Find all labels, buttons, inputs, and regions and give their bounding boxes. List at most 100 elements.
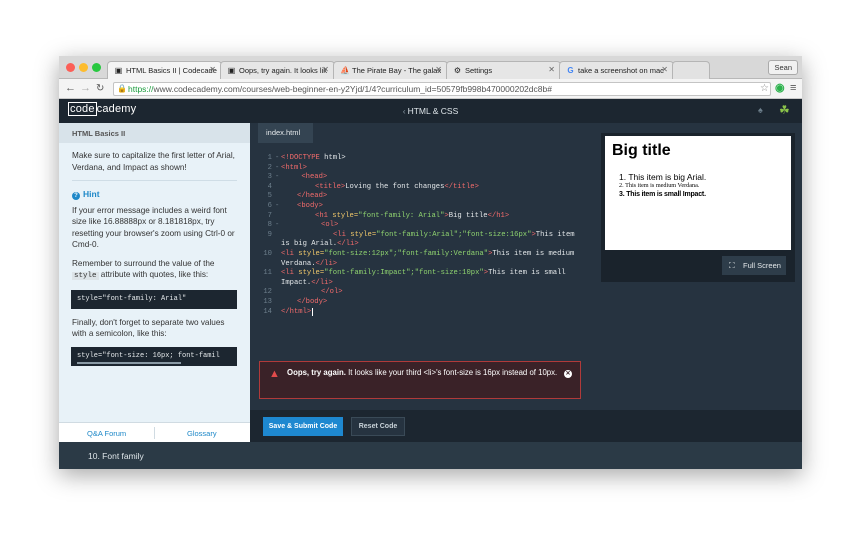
error-message: ▲ Oops, try again. It looks like your th… (259, 361, 581, 399)
save-submit-button[interactable]: Save & Submit Code (263, 417, 343, 436)
url-input[interactable]: 🔒 https://www.codecademy.com/courses/web… (113, 82, 771, 96)
avatar[interactable]: ☘ (779, 103, 790, 117)
browser-tab-pirate-bay[interactable]: ⛵ The Pirate Bay - The galax ✕ (333, 61, 448, 79)
close-tab-icon[interactable]: ✕ (209, 65, 216, 74)
browser-tab-settings[interactable]: ⚙ Settings ✕ (446, 61, 561, 79)
code-example-1: style="font-family: Arial" (71, 289, 237, 309)
line-number: 7 (267, 211, 272, 220)
list-text: This item is medium Verdana. (625, 182, 700, 189)
code-token: style= (293, 269, 325, 278)
error-title: Oops, try again. (287, 368, 346, 377)
code-token: Loving the font changes (345, 182, 445, 191)
code-line: 9 <li style="font-family:Arial";"font-si… (258, 231, 575, 241)
browser-tab-html-basics[interactable]: ▣ HTML Basics II | Codecade ✕ (107, 61, 222, 79)
profile-button[interactable]: Sean (768, 60, 798, 75)
extension-icon[interactable]: ◉ (775, 82, 785, 95)
hint-paragraph-3: Finally, don't forget to separate two va… (72, 317, 225, 339)
code-token: <title> (315, 182, 346, 191)
hint-text: attribute with quotes, like this: (98, 270, 209, 279)
code-line: 7 <h1 style="font-family: Arial">Big tit… (258, 212, 575, 222)
code-token: Big title (448, 211, 488, 220)
code-token: is big Arial. (281, 240, 338, 249)
code-token: Verdana. (281, 259, 316, 268)
line-number: 11 (263, 269, 272, 278)
code-token: html> (319, 154, 346, 162)
lesson-name: 10. Font family (88, 451, 144, 461)
code-token: style= (345, 230, 377, 239)
google-g-icon: G (567, 66, 574, 75)
horizontal-scrollbar[interactable] (77, 361, 181, 364)
code-token: <li (281, 269, 294, 278)
code-line: 1- <!DOCTYPE html> (258, 154, 575, 164)
list-text: This item is big Arial. (628, 172, 707, 182)
reload-icon[interactable]: ↻ (96, 82, 104, 95)
back-arrow-icon[interactable]: ← (65, 82, 76, 95)
minimize-window-button[interactable] (79, 63, 88, 72)
line-number: 1 (267, 154, 272, 162)
code-token: Impact. (281, 278, 312, 287)
code-line: 8- <ol> (258, 221, 575, 231)
file-tab-index-html[interactable]: index.html (258, 123, 313, 143)
close-tab-icon[interactable]: ✕ (435, 65, 442, 74)
list-number: 1. (619, 172, 627, 182)
preview-list-item: 3. This item is small Impact. (619, 190, 706, 200)
line-number: 8 (267, 221, 272, 230)
url-scheme: https:// (128, 84, 154, 94)
divider (72, 180, 237, 181)
menu-icon[interactable]: ≡ (790, 82, 796, 95)
editor-actions: Save & Submit Code Reset Code (250, 410, 802, 442)
code-editor[interactable]: 1- <!DOCTYPE html> 2- <html> 3- <head> 4 <… (258, 154, 575, 317)
list-number: 2. (619, 182, 624, 189)
close-tab-icon[interactable]: ✕ (661, 65, 668, 74)
course-title[interactable]: ‹ HTML & CSS (59, 106, 802, 116)
tab-label: Settings (465, 66, 493, 75)
preview-title: Big title (612, 142, 671, 159)
code-token: </html> (281, 307, 312, 316)
lock-icon: 🔒 (117, 84, 127, 93)
hint-heading[interactable]: ? Hint (72, 189, 237, 201)
forward-arrow-icon[interactable]: → (80, 82, 91, 95)
code-line: 6- <body> (258, 202, 575, 212)
instructions-body: Make sure to capitalize the first letter… (59, 143, 250, 366)
full-screen-button[interactable]: ⛶ Full Screen (722, 256, 786, 275)
lesson-footer[interactable]: 10. Font family (59, 442, 802, 469)
code-token: "font-size:12px";"font-family:Verdana" (324, 249, 489, 258)
close-window-button[interactable] (66, 63, 75, 72)
glossary-link[interactable]: Glossary (187, 429, 217, 438)
notification-bell-icon[interactable]: ♠ (758, 105, 763, 115)
code-example-2[interactable]: style="font-size: 16px; font-famil (71, 346, 237, 366)
divider (154, 427, 155, 439)
list-text: This item is small Impact. (626, 191, 706, 198)
line-number: 13 (263, 297, 272, 306)
close-icon[interactable]: ✕ (564, 370, 572, 378)
gear-icon: ⚙ (453, 66, 462, 75)
lesson-title: HTML Basics II (59, 123, 250, 143)
bookmark-star-icon[interactable]: ☆ (760, 83, 769, 95)
qa-forum-link[interactable]: Q&A Forum (87, 429, 126, 438)
browser-tab-google[interactable]: G take a screenshot on mac ✕ (559, 61, 674, 79)
expand-icon: ⛶ (729, 261, 735, 270)
code-line: 13 </body> (258, 298, 575, 308)
browser-tab-oops[interactable]: ▣ Oops, try again. It looks lik ✕ (220, 61, 335, 79)
codecademy-header: code cademy ‹ HTML & CSS ♠ ☘ (59, 99, 802, 123)
code-line: 5 </head> (258, 192, 575, 202)
code-line: 2- <html> (258, 164, 575, 174)
code-token: </li> (311, 278, 333, 287)
code-line: Impact.</li> (258, 279, 575, 289)
reset-code-button[interactable]: Reset Code (351, 417, 405, 436)
address-toolbar: ← → ↻ 🔒 https://www.codecademy.com/cours… (59, 79, 802, 99)
close-tab-icon[interactable]: ✕ (548, 65, 555, 74)
codecademy-favicon-icon: ▣ (227, 66, 236, 75)
code-token: This item is small (488, 269, 566, 278)
line-number: 2 (267, 163, 272, 172)
preview-list-item: 1. This item is big Arial. (619, 172, 706, 182)
close-tab-icon[interactable]: ✕ (322, 65, 329, 74)
maximize-window-button[interactable] (92, 63, 101, 72)
full-screen-label: Full Screen (743, 261, 781, 270)
new-tab-button[interactable] (672, 61, 710, 79)
instructions-intro: Make sure to capitalize the first letter… (72, 151, 235, 172)
line-number: 5 (267, 192, 272, 201)
tab-label: The Pirate Bay - The galax (352, 66, 442, 75)
code-line: 3- <head> (258, 173, 575, 183)
code-token: "font-family: Arial" (358, 211, 445, 220)
